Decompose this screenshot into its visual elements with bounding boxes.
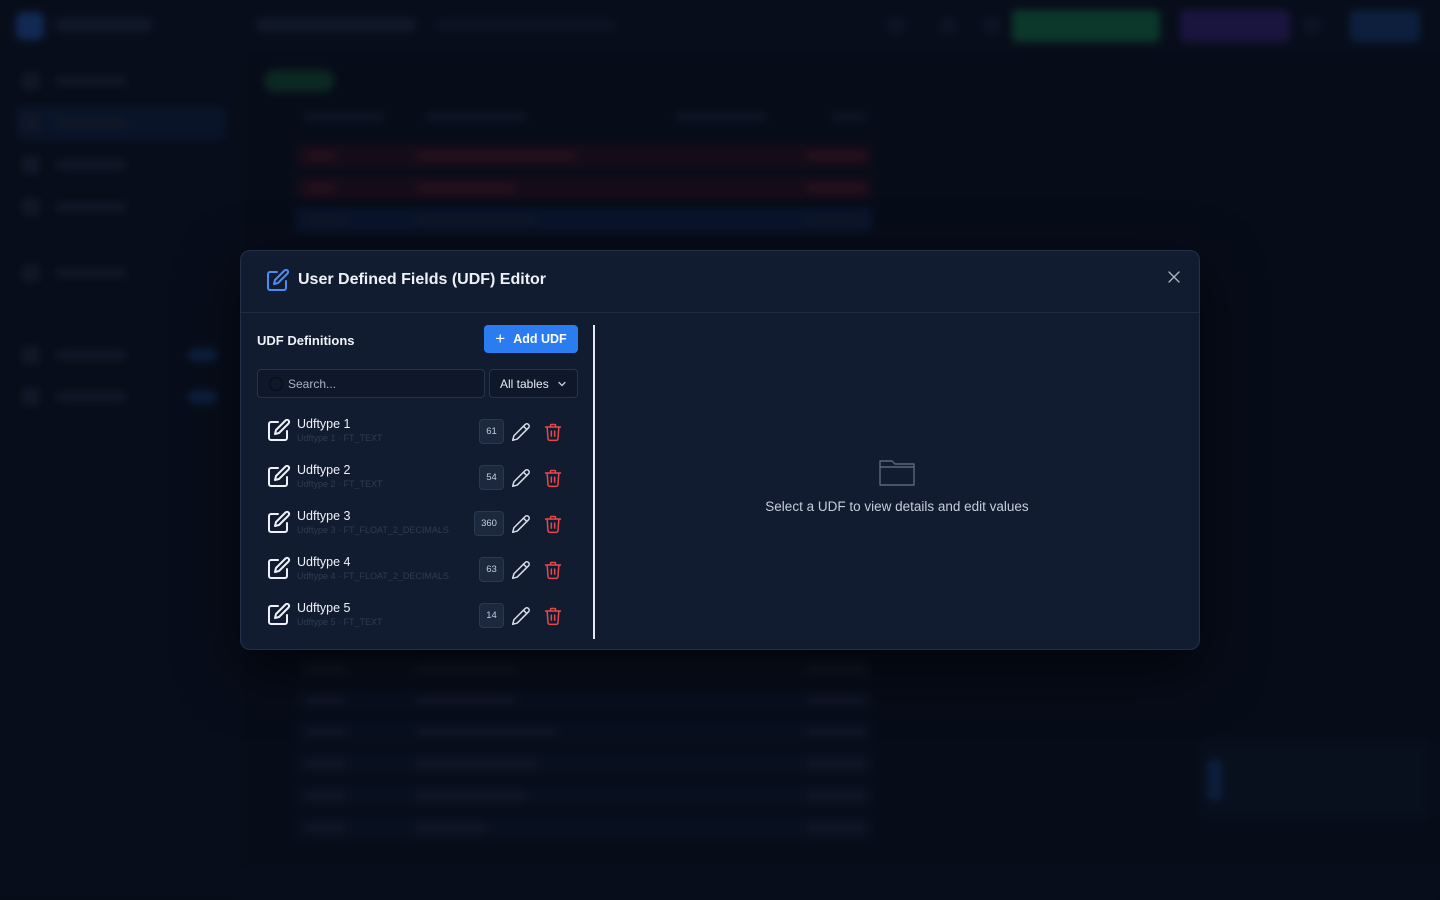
- trash-icon[interactable]: [543, 606, 563, 626]
- udf-list-item[interactable]: Udftype 5 Udftype 5 · FT_TEXT 14: [257, 593, 579, 637]
- udf-editor-modal: User Defined Fields (UDF) Editor UDF Def…: [240, 250, 1200, 650]
- udf-name: Udftype 1: [297, 417, 351, 431]
- plus-icon: +: [495, 328, 506, 348]
- udf-name: Udftype 2: [297, 463, 351, 477]
- udf-list-item[interactable]: Udftype 4 Udftype 4 · FT_FLOAT_2_DECIMAL…: [257, 547, 579, 591]
- table-filter-select[interactable]: All tables: [489, 369, 578, 398]
- udf-name: Udftype 5: [297, 601, 351, 615]
- edit-square-icon: [268, 602, 291, 625]
- udf-count-badge: 61: [479, 419, 504, 444]
- chevron-down-icon: [558, 381, 566, 386]
- udf-details-panel: Select a UDF to view details and edit va…: [597, 325, 1197, 639]
- edit-square-icon: [267, 268, 290, 291]
- modal-header: User Defined Fields (UDF) Editor: [241, 251, 1199, 313]
- edit-square-icon: [268, 556, 291, 579]
- search-input[interactable]: [288, 370, 478, 397]
- edit-square-icon: [268, 464, 291, 487]
- pencil-icon[interactable]: [511, 514, 531, 534]
- udf-type: Udftype 1 · FT_TEXT: [297, 433, 383, 443]
- panel-divider[interactable]: [593, 325, 595, 639]
- udf-count-badge: 54: [479, 465, 504, 490]
- modal-title: User Defined Fields (UDF) Editor: [298, 271, 547, 288]
- udf-type: Udftype 3 · FT_FLOAT_2_DECIMALS: [297, 525, 449, 535]
- close-icon: [1168, 271, 1180, 283]
- add-udf-label: Add UDF: [513, 332, 567, 346]
- pencil-icon[interactable]: [511, 422, 531, 442]
- udf-type: Udftype 5 · FT_TEXT: [297, 617, 383, 627]
- folder-icon: [879, 460, 915, 486]
- search-box: [257, 369, 485, 398]
- udf-type: Udftype 2 · FT_TEXT: [297, 479, 383, 489]
- close-button[interactable]: [1164, 267, 1184, 287]
- udf-name: Udftype 3: [297, 509, 351, 523]
- trash-icon[interactable]: [543, 514, 563, 534]
- udf-list-item[interactable]: Udftype 3 Udftype 3 · FT_FLOAT_2_DECIMAL…: [257, 501, 579, 545]
- pencil-icon[interactable]: [511, 468, 531, 488]
- udf-count-badge: 63: [479, 557, 504, 582]
- add-udf-button[interactable]: + Add UDF: [484, 325, 578, 353]
- udf-name: Udftype 4: [297, 555, 351, 569]
- empty-state-message: Select a UDF to view details and edit va…: [765, 499, 1029, 514]
- udf-definitions-panel: UDF Definitions + Add UDF All tables Udf…: [257, 325, 579, 639]
- udf-count-badge: 360: [474, 511, 504, 536]
- udf-type: Udftype 4 · FT_FLOAT_2_DECIMALS: [297, 571, 449, 581]
- panel-title: UDF Definitions: [257, 333, 355, 348]
- table-filter-value: All tables: [500, 376, 549, 391]
- trash-icon[interactable]: [543, 560, 563, 580]
- udf-list-item[interactable]: Udftype 1 Udftype 1 · FT_TEXT 61: [257, 409, 579, 453]
- udf-list-item[interactable]: Udftype 2 Udftype 2 · FT_TEXT 54: [257, 455, 579, 499]
- trash-icon[interactable]: [543, 468, 563, 488]
- edit-square-icon: [268, 418, 291, 441]
- trash-icon[interactable]: [543, 422, 563, 442]
- search-icon: [268, 376, 284, 392]
- pencil-icon[interactable]: [511, 560, 531, 580]
- edit-square-icon: [268, 510, 291, 533]
- udf-count-badge: 14: [479, 603, 504, 628]
- pencil-icon[interactable]: [511, 606, 531, 626]
